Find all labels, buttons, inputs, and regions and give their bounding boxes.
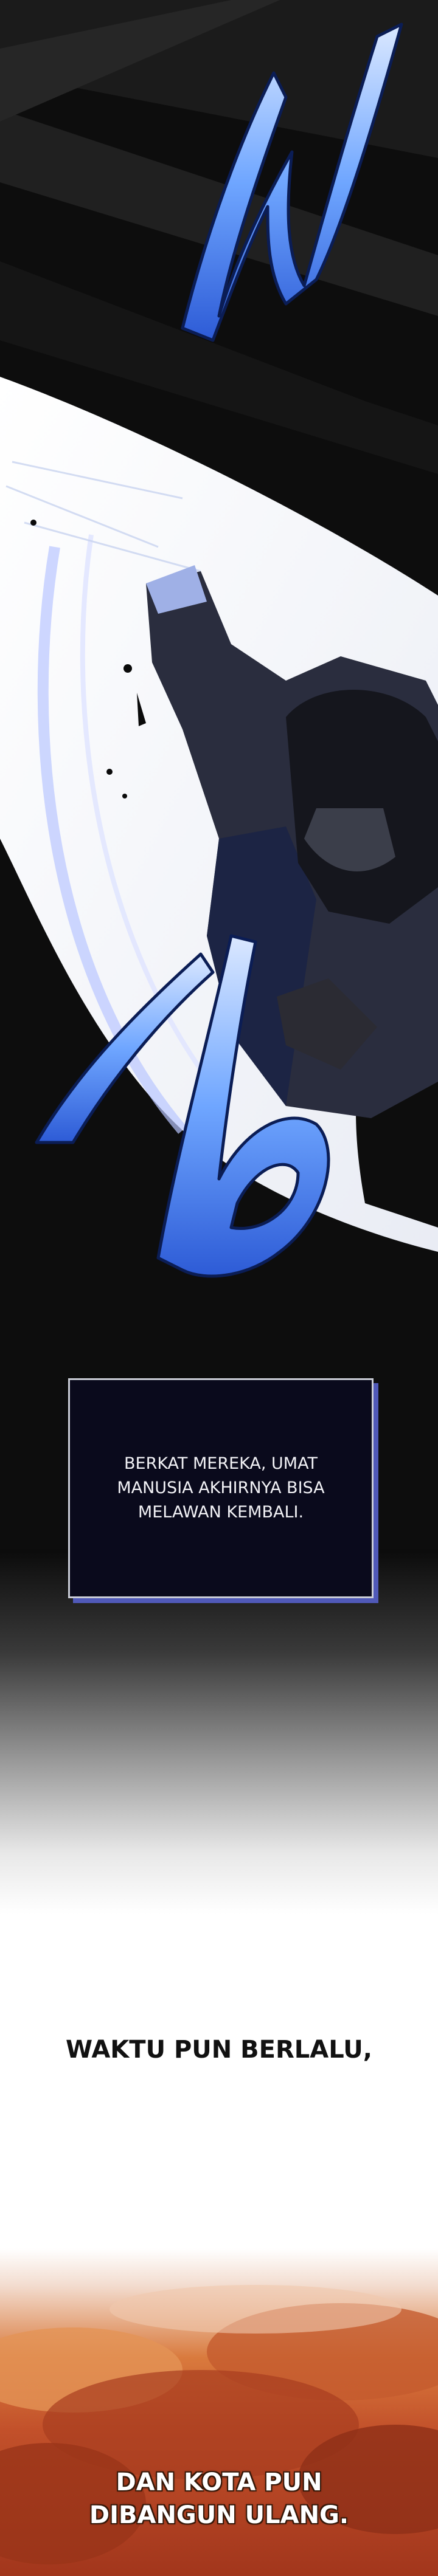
action-illustration — [0, 0, 438, 2564]
comic-page: BERKAT MEREKA, UMAT MANUSIA AKHIRNYA BIS… — [0, 0, 438, 2576]
caption-time-passed: WAKTU PUN BERLALU, — [66, 2036, 372, 2064]
narration-box: BERKAT MEREKA, UMAT MANUSIA AKHIRNYA BIS… — [68, 1378, 374, 1598]
narration-text: BERKAT MEREKA, UMAT MANUSIA AKHIRNYA BIS… — [117, 1454, 325, 1522]
caption-city-rebuilt: DAN KOTA PUN DIBANGUN ULANG. — [89, 2468, 349, 2529]
